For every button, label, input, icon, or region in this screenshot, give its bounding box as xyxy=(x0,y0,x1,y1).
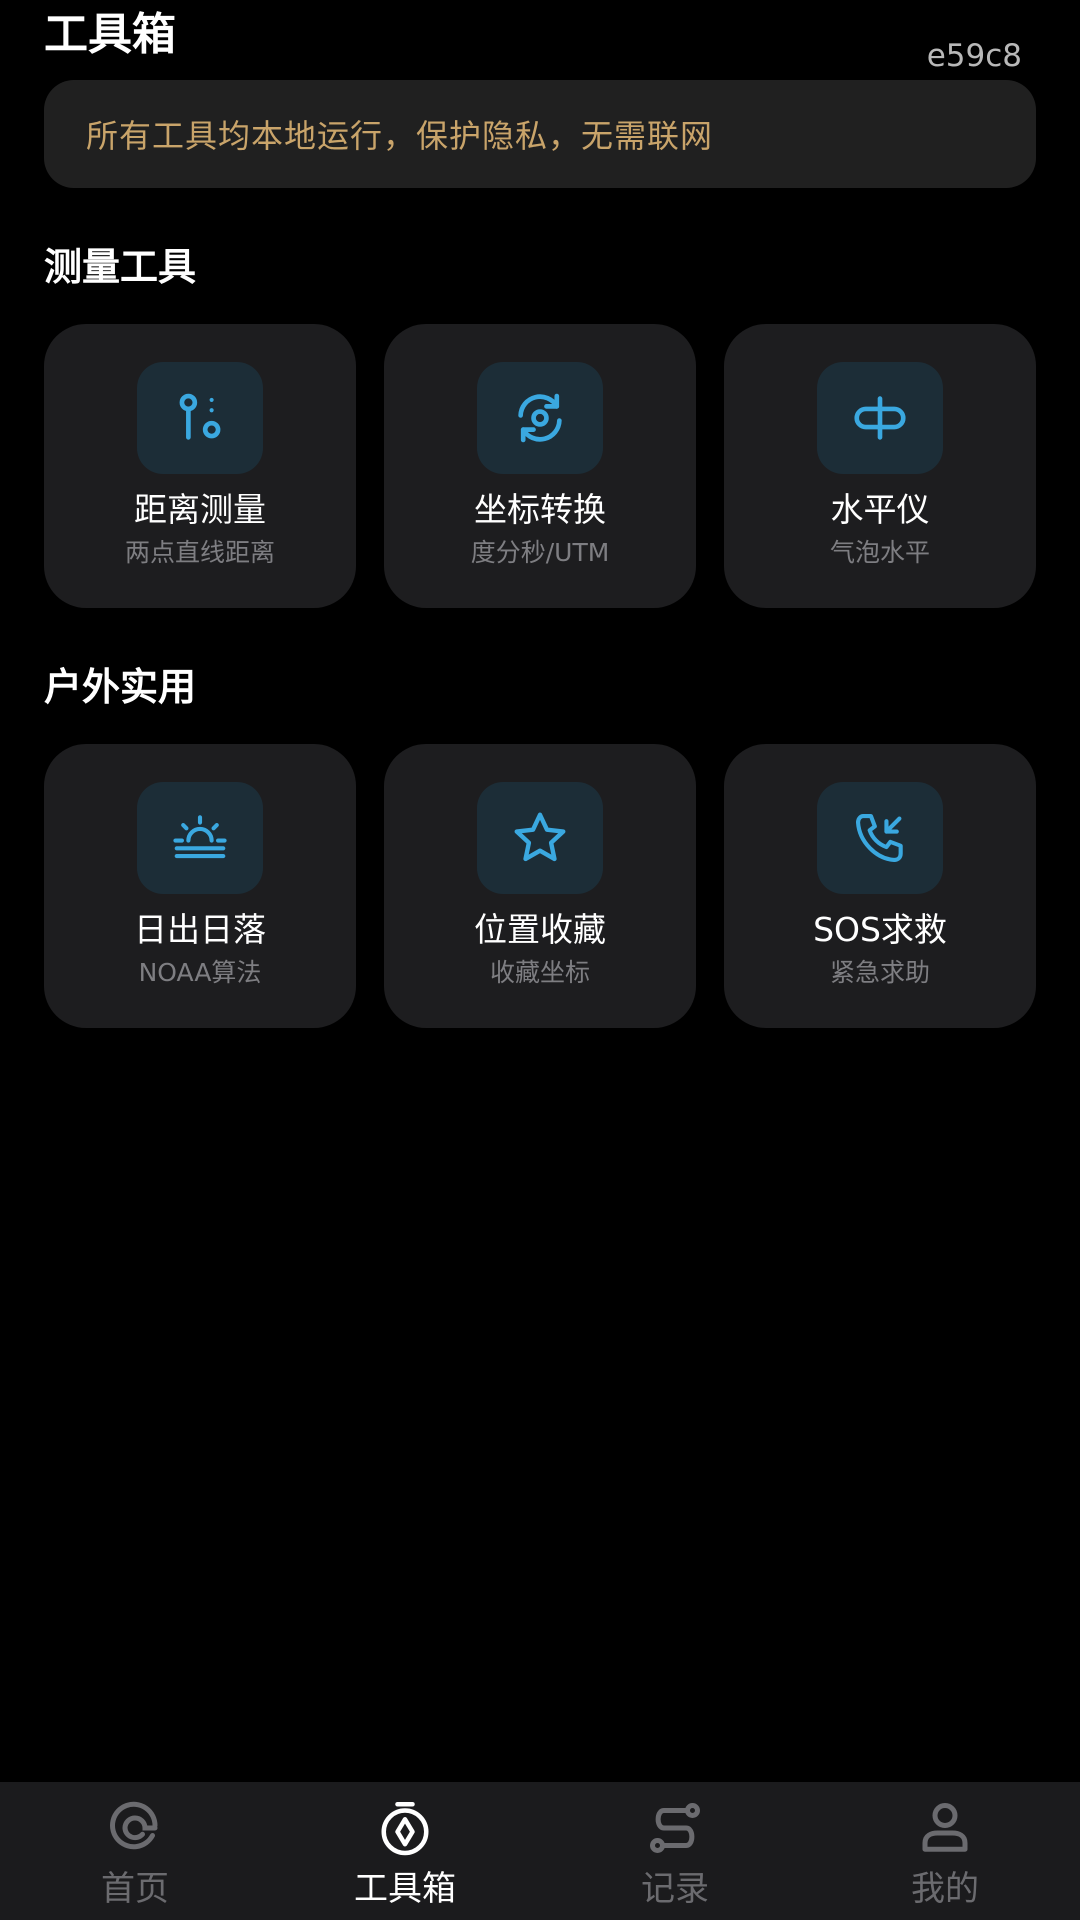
tab-label: 首页 xyxy=(101,1869,169,1909)
tool-icon-box xyxy=(817,362,943,474)
section-title-outdoor: 户外实用 xyxy=(44,665,197,709)
phone-call-icon xyxy=(855,813,903,863)
tool-icon-box xyxy=(477,782,603,894)
tab-toolbox[interactable]: 工具箱 xyxy=(270,1782,540,1920)
tool-icon-box xyxy=(817,782,943,894)
level-icon xyxy=(854,396,906,440)
tab-profile[interactable]: 我的 xyxy=(810,1782,1080,1920)
tool-name: 坐标转换 xyxy=(474,490,606,529)
tool-icon-box xyxy=(477,362,603,474)
tool-desc: 紧急求助 xyxy=(829,958,930,987)
tab-label: 我的 xyxy=(911,1869,979,1909)
tool-desc: 两点直线距离 xyxy=(124,538,275,567)
toolbox-screen: 工具箱 e59c8 所有工具均本地运行，保护隐私，无需联网 测量工具 距离测量 … xyxy=(0,0,1080,1920)
tool-name: 位置收藏 xyxy=(474,910,606,949)
tool-name: 距离测量 xyxy=(134,490,266,529)
tab-label: 记录 xyxy=(641,1869,709,1909)
star-icon xyxy=(514,812,566,862)
tool-icon-box xyxy=(137,362,263,474)
tool-desc: 度分秒/UTM xyxy=(470,538,610,567)
tool-card-sos[interactable]: SOS求救 紧急求助 xyxy=(724,744,1036,1028)
tool-card-distance[interactable]: 距离测量 两点直线距离 xyxy=(44,324,356,608)
route-icon xyxy=(650,1803,700,1853)
privacy-notice-text: 所有工具均本地运行，保护隐私，无需联网 xyxy=(86,117,714,155)
sunrise-icon xyxy=(173,815,227,859)
tool-card-coordinate-convert[interactable]: 坐标转换 度分秒/UTM xyxy=(384,324,696,608)
tab-records[interactable]: 记录 xyxy=(540,1782,810,1920)
build-tag: e59c8 xyxy=(926,38,1022,74)
tool-card-level[interactable]: 水平仪 气泡水平 xyxy=(724,324,1036,608)
bottom-tab-bar: 首页 工具箱 记录 我的 xyxy=(0,1782,1080,1920)
tool-name: 水平仪 xyxy=(830,490,930,529)
convert-icon xyxy=(518,393,562,443)
page-title: 工具箱 xyxy=(44,9,176,60)
privacy-notice-banner: 所有工具均本地运行，保护隐私，无需联网 xyxy=(44,80,1036,188)
tool-card-favorites[interactable]: 位置收藏 收藏坐标 xyxy=(384,744,696,1028)
tab-label: 工具箱 xyxy=(354,1869,456,1909)
compass-icon xyxy=(381,1802,429,1856)
tab-home[interactable]: 首页 xyxy=(0,1782,270,1920)
tool-name: SOS求救 xyxy=(813,910,947,949)
tool-card-sunrise[interactable]: 日出日落 NOAA算法 xyxy=(44,744,356,1028)
tool-desc: 收藏坐标 xyxy=(489,958,590,987)
home-icon xyxy=(110,1801,158,1850)
tool-desc: 气泡水平 xyxy=(829,538,930,567)
distance-icon xyxy=(179,393,221,440)
tool-desc: NOAA算法 xyxy=(138,958,262,987)
section-title-measure: 测量工具 xyxy=(44,245,197,289)
tool-name: 日出日落 xyxy=(134,910,266,949)
tool-icon-box xyxy=(137,782,263,894)
user-icon xyxy=(922,1803,968,1852)
